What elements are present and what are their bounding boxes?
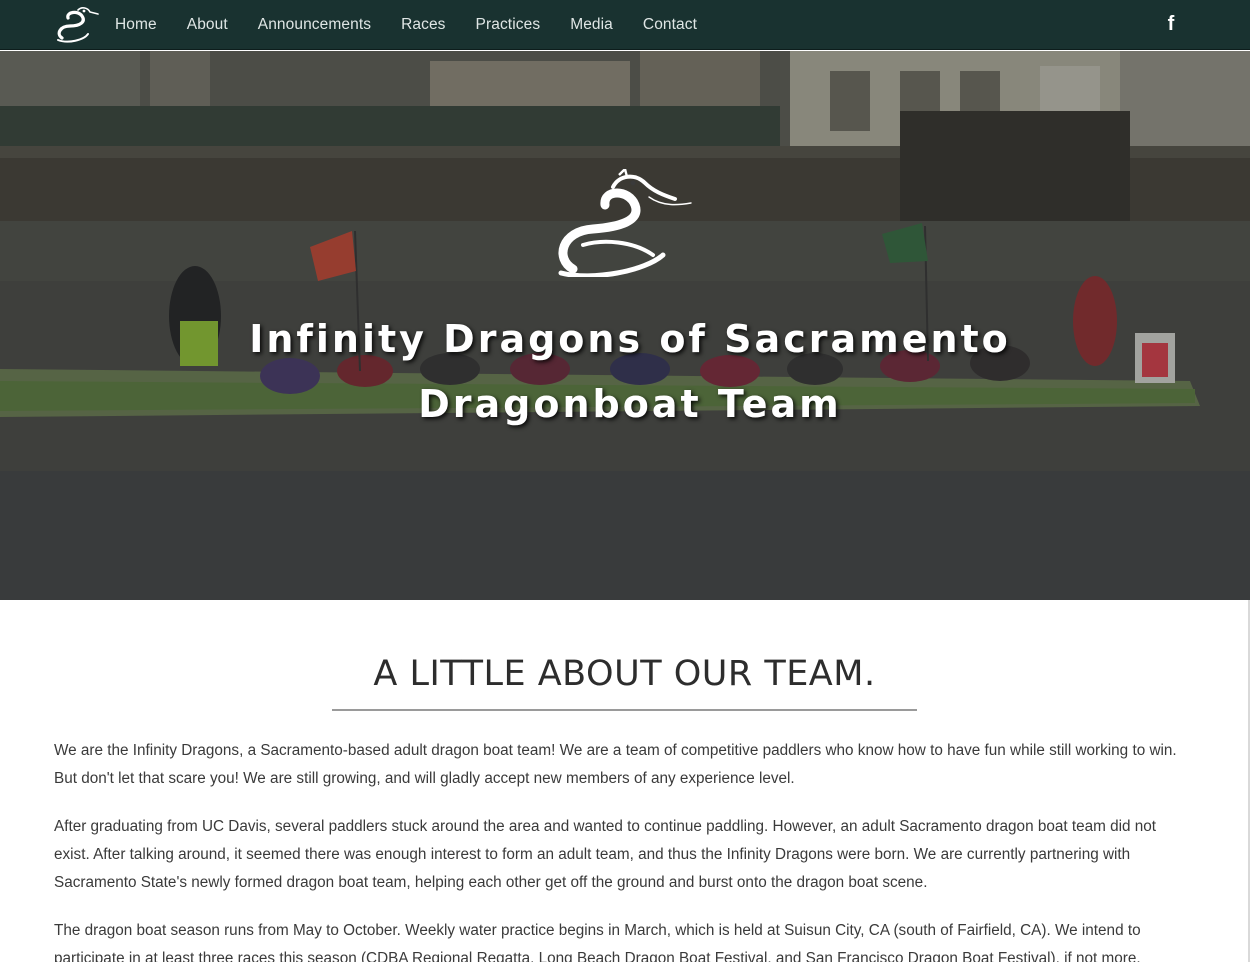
about-paragraph-1: We are the Infinity Dragons, a Sacrament…: [54, 742, 1177, 787]
dragon-logo-icon[interactable]: [54, 4, 100, 44]
dragon-logo-icon: [558, 169, 692, 277]
nav-contact[interactable]: Contact: [628, 16, 712, 34]
heading-underline: [332, 709, 917, 711]
about-paragraph-2: After graduating from UC Davis, several …: [54, 818, 1157, 891]
top-navbar: Home About Announcements Races Practices…: [0, 0, 1250, 50]
section-heading: A LITTLE ABOUT OUR TEAM.: [373, 654, 876, 694]
hero-banner: Infinity Dragons of Sacramento Dragonboa…: [0, 51, 1250, 600]
nav-practices[interactable]: Practices: [461, 16, 556, 34]
hero-title-line-2: Dragonboat Team: [418, 382, 842, 426]
nav-media[interactable]: Media: [555, 16, 628, 34]
facebook-icon[interactable]: f: [1163, 13, 1179, 35]
nav-announcements[interactable]: Announcements: [243, 16, 386, 34]
nav-races[interactable]: Races: [386, 16, 460, 34]
hero-title-line-1: Infinity Dragons of Sacramento: [249, 317, 1011, 361]
about-paragraph-3: The dragon boat season runs from May to …: [54, 922, 1141, 962]
nav-home[interactable]: Home: [100, 16, 172, 34]
nav-about[interactable]: About: [172, 16, 243, 34]
hero-title: Infinity Dragons of Sacramento Dragonboa…: [0, 307, 1250, 437]
